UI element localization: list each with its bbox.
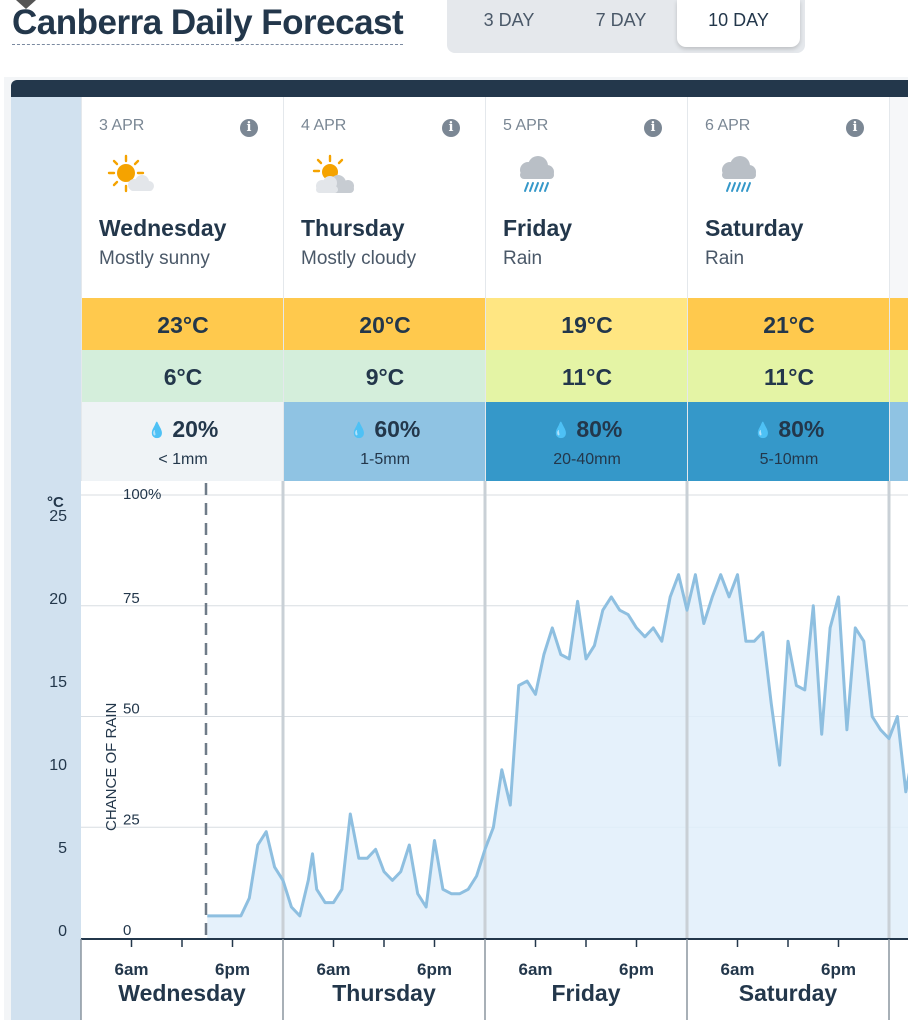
time-axis-day-label: Friday <box>551 980 620 1006</box>
min-temp: 11°C <box>486 350 688 402</box>
raindrops-icon: 💧 <box>147 422 167 439</box>
forecast-side-strip <box>11 97 81 481</box>
day-date: 6 APR <box>705 117 751 134</box>
time-tick-6pm: 6pm <box>215 960 250 979</box>
min-temp-partial <box>890 350 908 402</box>
raindrops-icon: 💧 <box>753 422 773 439</box>
time-tick-6pm: 6pm <box>821 960 856 979</box>
max-temp: 20°C <box>284 298 486 351</box>
time-axis: 6am 6pmWednesday6am 6pmThursday6am 6pmFrida… <box>80 938 908 1020</box>
day-columns: 3 APR i Wednesday Mostly sunny 23°C 6°C … <box>81 97 908 481</box>
temp-tick-label: 20 <box>49 591 67 608</box>
min-temp: 6°C <box>82 350 284 402</box>
max-temp: 19°C <box>486 298 688 351</box>
tab-10-day[interactable]: 10 DAY <box>677 0 800 47</box>
rain-chance-chart[interactable]: 2520151050100%7550250 °C CHANCE OF RAIN … <box>11 481 908 1020</box>
time-tick-6am: 6am <box>316 960 350 979</box>
rain-chance: 80% <box>576 416 623 442</box>
forecast-header-bar <box>11 80 908 97</box>
temp-tick-label: 15 <box>49 674 67 691</box>
info-icon[interactable]: i <box>846 119 864 137</box>
temp-unit-label: °C <box>47 494 64 511</box>
tab-7-day[interactable]: 7 DAY <box>561 0 681 47</box>
page-title[interactable]: Canberra Daily Forecast <box>12 3 404 45</box>
time-axis-day-label: Thursday <box>332 980 436 1006</box>
day-name: Thursday <box>301 215 405 241</box>
rain-summary: 💧 80% 5-10mm <box>688 402 890 481</box>
info-icon[interactable]: i <box>442 119 460 137</box>
rain-tick-label: 25 <box>123 811 140 828</box>
temp-tick-label: 0 <box>58 923 67 940</box>
day-column-friday[interactable]: 5 APR i Friday Rain 19°C 11°C 💧 80% 20-40… <box>485 97 688 481</box>
rain-tick-label: 75 <box>123 590 140 607</box>
max-temp-partial <box>890 298 908 351</box>
time-tick-6am: 6am <box>518 960 552 979</box>
rain-summary: 💧 60% 1-5mm <box>284 402 486 481</box>
rain-summary-partial <box>890 402 908 481</box>
info-icon[interactable]: i <box>644 119 662 137</box>
day-name: Friday <box>503 215 573 241</box>
min-temp: 9°C <box>284 350 486 402</box>
max-temp: 21°C <box>688 298 890 351</box>
rain-chance: 20% <box>172 416 219 442</box>
time-tick-6am: 6am <box>114 960 148 979</box>
rain-chance: 80% <box>778 416 825 442</box>
y-axis-label: CHANCE OF RAIN <box>103 703 120 831</box>
day-summary: Mostly sunny <box>99 248 210 269</box>
forecast-range-tabs: 3 DAY 7 DAY 10 DAY <box>447 0 805 53</box>
rain-amount: 5-10mm <box>759 451 819 468</box>
day-column-next[interactable] <box>889 97 908 481</box>
time-tick-6pm: 6pm <box>417 960 452 979</box>
rain-cloud-icon <box>722 156 756 192</box>
temp-tick-label: 5 <box>58 840 67 857</box>
rain-amount: < 1mm <box>158 451 208 468</box>
day-date: 5 APR <box>503 117 549 134</box>
info-icon[interactable]: i <box>240 119 258 137</box>
raindrops-icon: 💧 <box>551 422 571 439</box>
sunny-cloud-icon <box>107 154 154 193</box>
time-axis-day-label: Wednesday <box>118 980 246 1006</box>
rain-tick-label: 0 <box>123 922 131 939</box>
tab-3-day[interactable]: 3 DAY <box>447 0 571 47</box>
rain-cloud-icon <box>520 156 554 192</box>
day-summary: Rain <box>705 248 745 269</box>
rain-chance: 60% <box>374 416 421 442</box>
day-name: Saturday <box>705 215 804 241</box>
rain-amount: 1-5mm <box>360 451 410 468</box>
time-tick-6pm: 6pm <box>619 960 654 979</box>
day-column-thursday[interactable]: 4 APR i Thursday Mostly cloudy 20°C 9°C … <box>283 97 486 481</box>
day-date: 3 APR <box>99 117 145 134</box>
day-summary: Rain <box>503 248 543 269</box>
chart-side-strip <box>11 481 81 1020</box>
day-summary: Mostly cloudy <box>301 248 417 269</box>
rain-summary: 💧 80% 20-40mm <box>486 402 688 481</box>
min-temp: 11°C <box>688 350 890 402</box>
rain-tick-label: 100% <box>123 486 161 503</box>
raindrops-icon: 💧 <box>349 422 369 439</box>
mostly-cloudy-icon <box>312 154 354 193</box>
day-column-wednesday[interactable]: 3 APR i Wednesday Mostly sunny 23°C 6°C … <box>81 97 284 481</box>
day-column-saturday[interactable]: 6 APR i Saturday Rain 21°C 11°C 💧 80% 5-1… <box>687 97 890 481</box>
temp-tick-label: 10 <box>49 757 67 774</box>
rain-tick-label: 50 <box>123 701 140 718</box>
rain-summary: 💧 20% < 1mm <box>82 402 284 481</box>
max-temp: 23°C <box>82 298 284 351</box>
day-name: Wednesday <box>99 215 227 241</box>
time-axis-day-label: Saturday <box>739 980 838 1006</box>
rain-amount: 20-40mm <box>553 451 621 468</box>
day-date: 4 APR <box>301 117 347 134</box>
time-tick-6am: 6am <box>720 960 754 979</box>
